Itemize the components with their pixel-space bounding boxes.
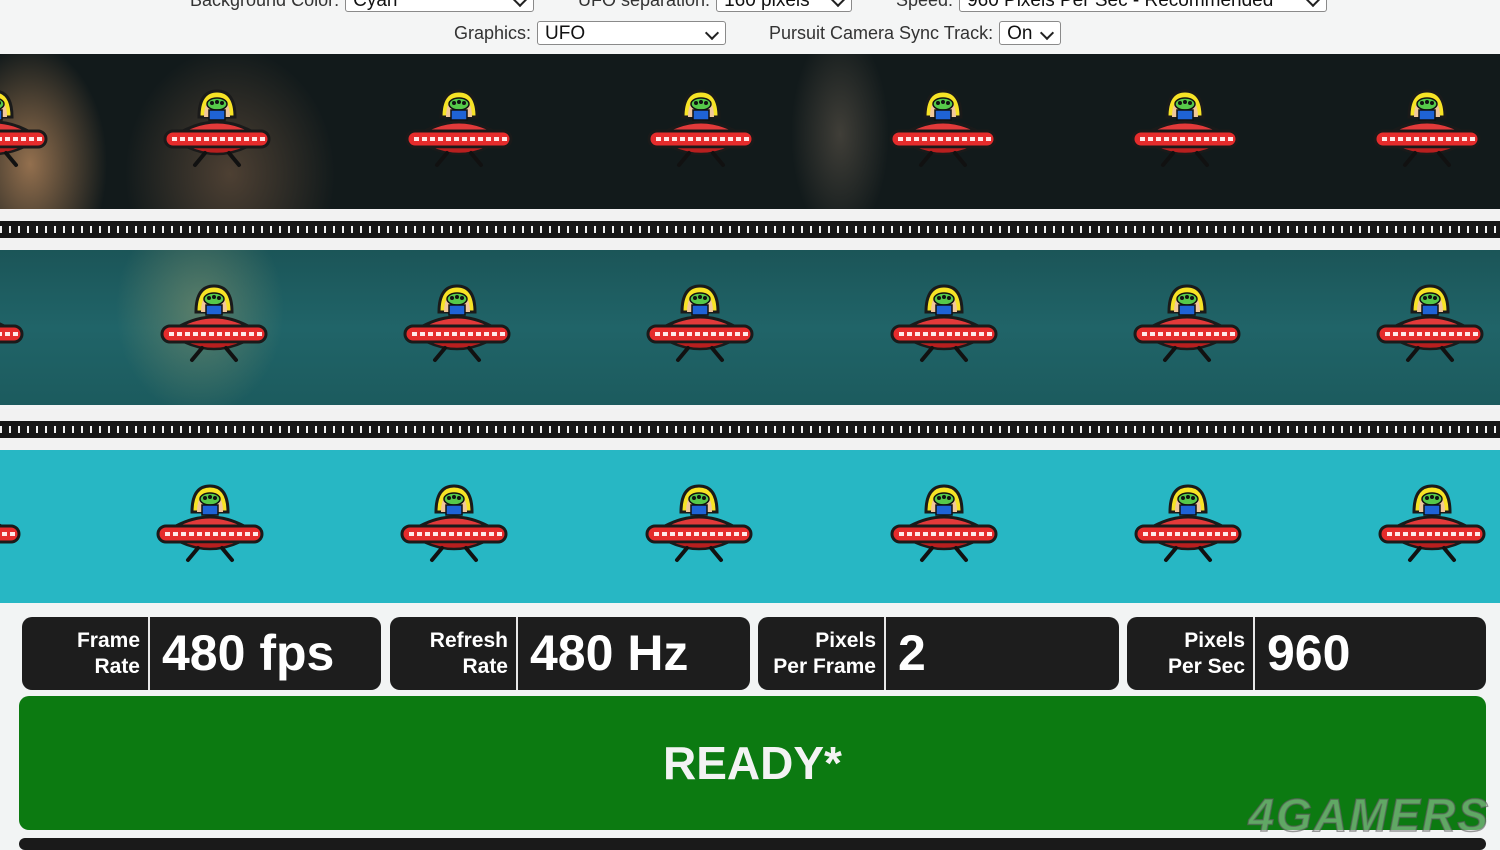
ufo-icon [645, 482, 753, 570]
ufo-icon [646, 282, 754, 370]
sync-track-top [0, 209, 1500, 250]
background-color-select[interactable]: Cyan [345, 0, 535, 12]
pixels-per-frame-label: Pixels Per Frame [758, 617, 886, 690]
ufo-icon [1133, 282, 1241, 370]
background-color-value: Cyan [353, 0, 398, 11]
ufo-icon [163, 87, 271, 175]
chevron-down-icon [513, 0, 528, 8]
ufo-icon [160, 282, 268, 370]
ufo-icon [0, 282, 24, 370]
ufo-separation-select[interactable]: 160 pixels [716, 0, 853, 12]
pixels-per-sec-label-text: Pixels Per Sec [1167, 628, 1245, 678]
graphics-label: Graphics: [454, 22, 532, 43]
ufo-separation-value: 160 pixels [724, 0, 810, 11]
speed-label: Speed: [896, 0, 953, 11]
ufo-icon [1134, 482, 1242, 570]
ufo-lane-teal [0, 250, 1500, 405]
frame-rate-value: 480 fps [162, 625, 335, 681]
ufo-icon [647, 87, 755, 175]
refresh-rate-label: Refresh Rate [390, 617, 518, 690]
background-color-control: Background Color: Cyan [190, 0, 535, 12]
frame-rate-label-text: Frame Rate [76, 628, 140, 678]
ufo-icon [0, 87, 48, 175]
pixels-per-frame-value: 2 [898, 625, 926, 681]
graphics-select[interactable]: UFO [537, 21, 727, 45]
ufo-icon [1376, 282, 1484, 370]
chevron-down-icon [830, 0, 846, 8]
sync-track-select[interactable]: On [999, 21, 1062, 45]
speed-control: Speed: 960 Pixels Per Sec - Recommended [896, 0, 1328, 12]
chevron-down-icon [704, 25, 720, 41]
ufo-icon [1131, 87, 1239, 175]
ufo-icon [0, 482, 21, 570]
sync-track-bottom [0, 409, 1500, 450]
graphics-value: UFO [545, 23, 586, 44]
pixels-per-sec-stat: Pixels Per Sec 960 [1127, 617, 1486, 690]
sync-track-label: Pursuit Camera Sync Track: [769, 22, 994, 43]
controls-bar: Background Color: Cyan UFO separation: 1… [0, 0, 1500, 54]
watermark-logo: 4GAMERS [1248, 788, 1490, 842]
refresh-rate-stat: Refresh Rate 480 Hz [390, 617, 750, 690]
ufo-icon [1373, 87, 1481, 175]
frame-rate-label: Frame Rate [22, 617, 150, 690]
ufo-icon [889, 87, 997, 175]
ufo-separation-control: UFO separation: 160 pixels [578, 0, 853, 12]
sync-track-ticks [0, 426, 1500, 433]
sync-track-control: Pursuit Camera Sync Track: On [769, 21, 1062, 45]
ufo-icon [890, 482, 998, 570]
pixels-per-frame-label-text: Pixels Per Frame [773, 628, 876, 678]
chevron-down-icon [1040, 25, 1055, 41]
ufo-lane-dark [0, 54, 1500, 209]
pixels-per-frame-stat: Pixels Per Frame 2 [758, 617, 1119, 690]
ufo-icon [400, 482, 508, 570]
ufo-icon [1378, 482, 1486, 570]
graphics-control: Graphics: UFO [454, 21, 727, 45]
ufo-lane-cyan [0, 450, 1500, 603]
refresh-rate-value: 480 Hz [530, 625, 689, 681]
pixels-per-sec-label: Pixels Per Sec [1127, 617, 1255, 690]
ufo-separation-label: UFO separation: [578, 0, 710, 11]
ufo-icon [403, 282, 511, 370]
ufo-icon [156, 482, 264, 570]
refresh-rate-label-text: Refresh Rate [429, 628, 508, 678]
speed-select[interactable]: 960 Pixels Per Sec - Recommended [959, 0, 1328, 12]
background-color-label: Background Color: [190, 0, 339, 11]
ufo-icon [890, 282, 998, 370]
frame-rate-stat: Frame Rate 480 fps [22, 617, 381, 690]
speed-value: 960 Pixels Per Sec - Recommended [967, 0, 1274, 11]
chevron-down-icon [1305, 0, 1321, 8]
status-text: READY* [663, 737, 842, 789]
pixels-per-sec-value: 960 [1267, 625, 1351, 681]
sync-track-ticks [0, 226, 1500, 233]
ufo-icon [405, 87, 513, 175]
sync-track-value: On [1007, 23, 1033, 44]
